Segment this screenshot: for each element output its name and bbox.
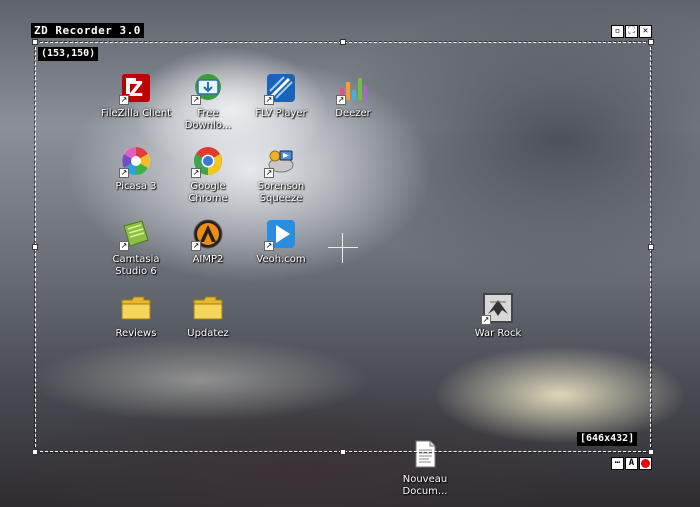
recorder-controls: ⋯ A bbox=[611, 457, 652, 470]
audio-button[interactable]: A bbox=[625, 457, 638, 470]
record-button[interactable] bbox=[639, 457, 652, 470]
close-icon[interactable]: ✕ bbox=[639, 25, 652, 38]
resize-handle-bottom[interactable] bbox=[340, 449, 346, 455]
resize-handle-top[interactable] bbox=[340, 39, 346, 45]
resize-handle-right[interactable] bbox=[648, 244, 654, 250]
minimize-icon[interactable]: ▫ bbox=[611, 25, 624, 38]
record-icon bbox=[641, 459, 650, 468]
crosshair-cursor bbox=[342, 233, 343, 263]
desktop-icon-label: Nouveau Docum... bbox=[402, 474, 448, 497]
resize-handle-left[interactable] bbox=[32, 244, 38, 250]
resize-handle-bottom-right[interactable] bbox=[648, 449, 654, 455]
crosshair-cursor bbox=[328, 247, 358, 248]
resize-handle-top-right[interactable] bbox=[648, 39, 654, 45]
recorder-title: ZD Recorder 3.0 bbox=[31, 23, 144, 38]
region-size: [646x432] bbox=[577, 432, 638, 446]
options-button[interactable]: ⋯ bbox=[611, 457, 624, 470]
region-coordinates: (153,150) bbox=[38, 47, 99, 61]
recorder-window-controls: ▫ ⛶ ✕ bbox=[611, 25, 652, 39]
resize-handle-bottom-left[interactable] bbox=[32, 449, 38, 455]
fullscreen-icon[interactable]: ⛶ bbox=[625, 25, 638, 38]
resize-handle-top-left[interactable] bbox=[32, 39, 38, 45]
